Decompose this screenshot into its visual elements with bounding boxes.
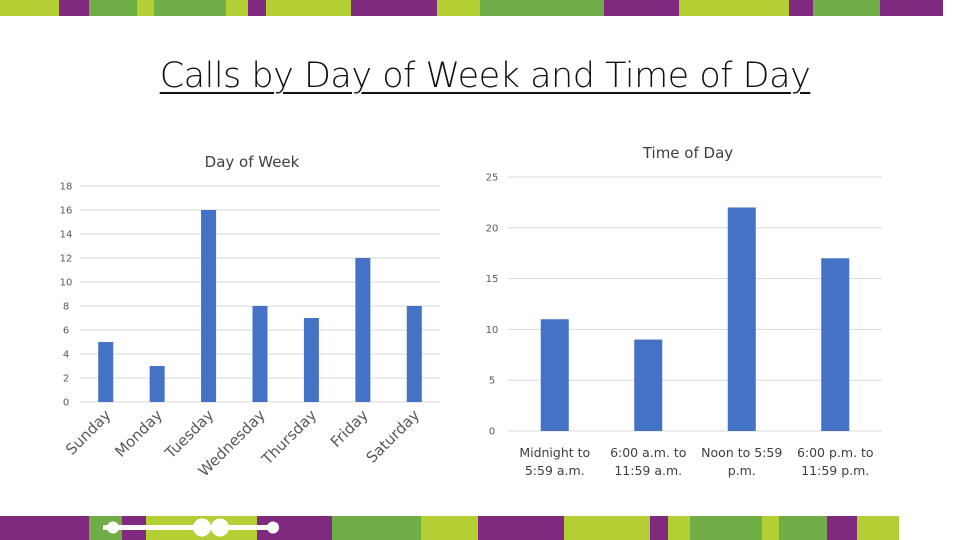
x-tick-label: Sunday [62, 406, 115, 459]
y-tick-label: 2 [63, 374, 69, 385]
y-tick-label: 18 [60, 182, 73, 193]
y-tick-label: 14 [60, 230, 73, 241]
x-tick-label: Thursday [258, 406, 321, 469]
y-tick-label: 8 [63, 302, 69, 313]
day-of-week-chart: Day of Week 0 2 4 6 8 10 12 14 16 18 SundayMonday… [60, 153, 440, 480]
y-tick-label: 6 [63, 326, 69, 337]
x-tick-label: Friday [327, 406, 372, 451]
y-tick-label: 12 [60, 254, 73, 265]
y-tick-label: 16 [60, 206, 73, 217]
bar [98, 342, 114, 402]
x-tick-label: Monday [111, 406, 166, 461]
bar [252, 306, 268, 402]
chart-title: Day of Week [205, 153, 300, 171]
y-tick-label: 10 [60, 278, 73, 289]
bar [406, 306, 422, 402]
y-tick-label: 0 [63, 398, 69, 409]
y-tick-label: 4 [63, 350, 69, 361]
x-tick-label: Saturday [363, 406, 424, 467]
bar [355, 258, 371, 402]
bar [201, 210, 217, 402]
bar [149, 366, 165, 402]
bar [303, 318, 319, 402]
